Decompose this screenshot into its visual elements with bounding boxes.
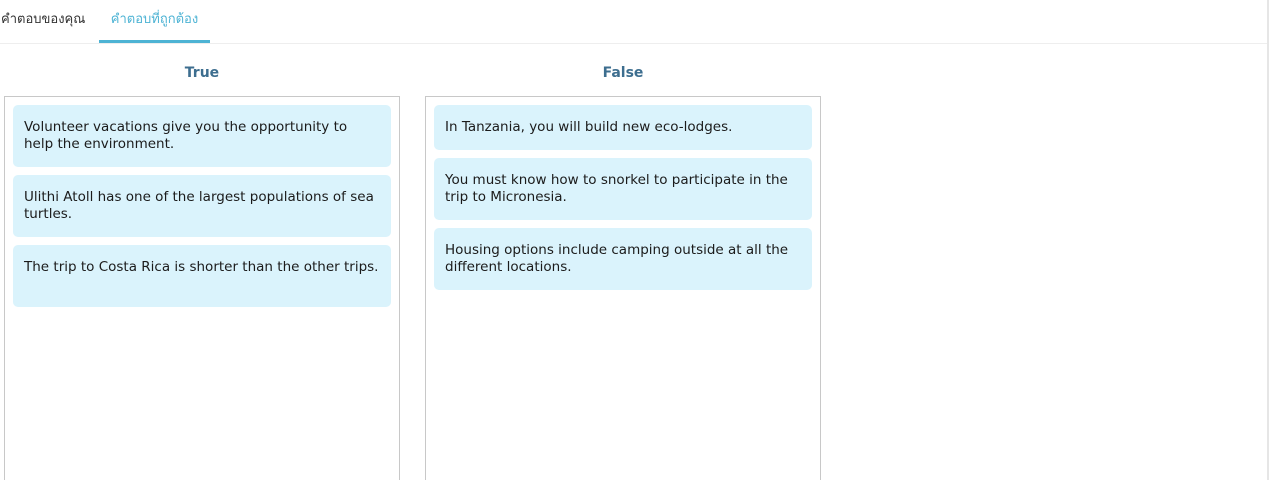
answer-card[interactable]: Housing options include camping outside … [434, 228, 812, 290]
tab-correct-answer[interactable]: คำตอบที่ถูกต้อง [99, 0, 210, 43]
page: คำตอบของคุณ คำตอบที่ถูกต้อง True False V… [0, 0, 1269, 480]
tab-your-answer[interactable]: คำตอบของคุณ [0, 0, 99, 40]
answer-card[interactable]: The trip to Costa Rica is shorter than t… [13, 245, 391, 307]
answer-card[interactable]: Volunteer vacations give you the opportu… [13, 105, 391, 167]
answer-tabs: คำตอบของคุณ คำตอบที่ถูกต้อง [0, 0, 1267, 44]
answer-card[interactable]: In Tanzania, you will build new eco-lodg… [434, 105, 812, 150]
answer-card[interactable]: Ulithi Atoll has one of the largest popu… [13, 175, 391, 237]
column-title-true: True [184, 65, 220, 81]
drop-zone-true[interactable]: Volunteer vacations give you the opportu… [4, 96, 400, 480]
answer-card[interactable]: You must know how to snorkel to particip… [434, 158, 812, 220]
drop-zone-false[interactable]: In Tanzania, you will build new eco-lodg… [425, 96, 821, 480]
column-title-false: False [602, 65, 644, 81]
